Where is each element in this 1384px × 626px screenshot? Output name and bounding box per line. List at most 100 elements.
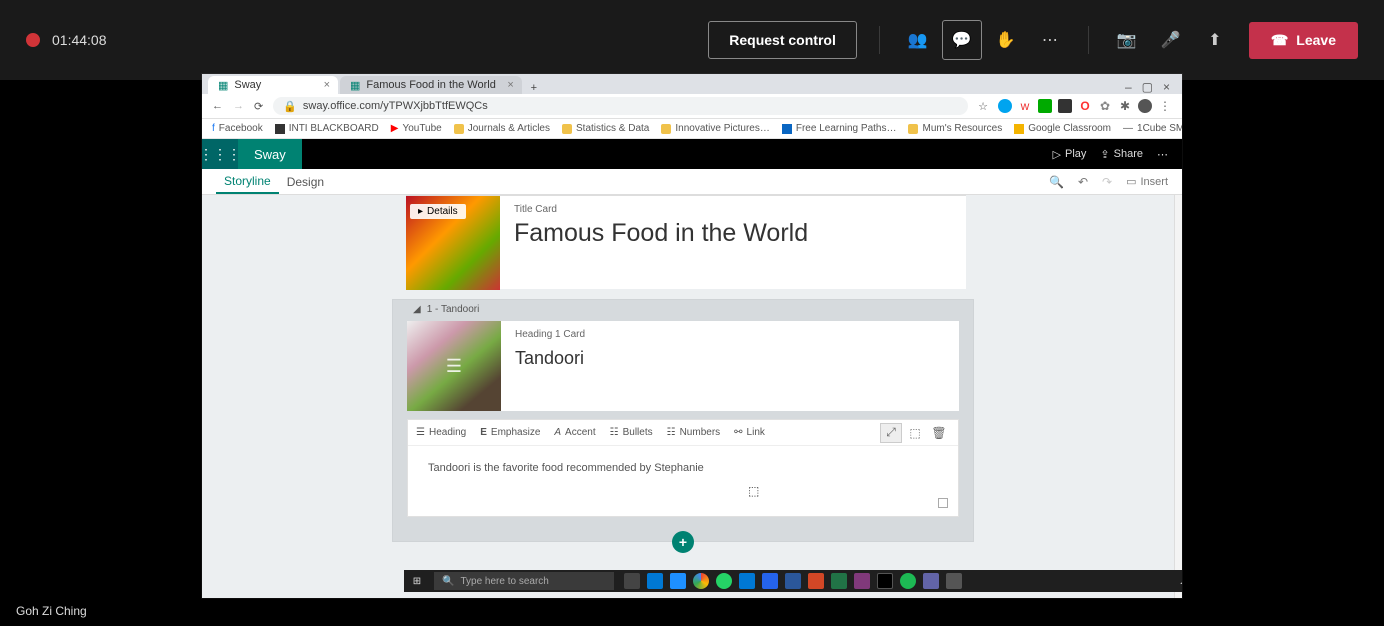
taskbar-app-icon[interactable]	[946, 573, 962, 589]
tool-heading[interactable]: ☰Heading	[416, 427, 466, 438]
insert-button[interactable]: ▭Insert	[1126, 175, 1168, 188]
taskbar-app-icon[interactable]	[716, 573, 732, 589]
forward-icon[interactable]: →	[233, 100, 244, 112]
redo-icon[interactable]: ↷	[1102, 175, 1112, 189]
tool-numbers[interactable]: ☷Numbers	[667, 427, 721, 438]
heading-card[interactable]: ☰ Heading 1 Card Tandoori	[407, 321, 959, 411]
back-icon[interactable]: ←	[212, 100, 223, 112]
title-card[interactable]: ▸Details Title Card Famous Food in the W…	[406, 195, 966, 289]
heading-card-image[interactable]: ☰	[407, 321, 501, 411]
taskbar-app-icon[interactable]	[877, 573, 893, 589]
tool-emphasize[interactable]: EEmphasize	[480, 427, 540, 438]
chrome-menu-icon[interactable]: ⋮	[1158, 99, 1172, 113]
taskbar-app-icon[interactable]	[785, 573, 801, 589]
bookmark-youtube[interactable]: ▶YouTube	[391, 123, 442, 134]
people-icon[interactable]: 👥	[898, 20, 938, 60]
taskbar-app-icon[interactable]	[670, 573, 686, 589]
play-button[interactable]: ▷Play	[1053, 148, 1087, 161]
taskbar-app-icon[interactable]	[831, 573, 847, 589]
focus-points-icon[interactable]: ⤢	[880, 423, 902, 443]
chat-icon[interactable]: 💬	[942, 20, 982, 60]
sway-canvas[interactable]: ▸Details Title Card Famous Food in the W…	[202, 195, 1182, 598]
app-launcher-button[interactable]: ⋮⋮⋮	[202, 139, 238, 169]
camera-off-icon[interactable]: 📷	[1107, 20, 1147, 60]
ext-icon[interactable]	[1038, 99, 1052, 113]
scrollbar[interactable]	[1174, 195, 1182, 598]
sway-favicon-icon: ▦	[218, 79, 228, 92]
browser-tab-sway[interactable]: ▦ Sway ×	[208, 76, 338, 94]
taskbar-app-icon[interactable]	[762, 573, 778, 589]
search-icon[interactable]: 🔍	[1049, 175, 1064, 189]
select-checkbox[interactable]	[938, 498, 948, 508]
reload-icon[interactable]: ⟳	[254, 100, 263, 113]
title-card-image[interactable]: ▸Details	[406, 196, 500, 290]
tool-accent[interactable]: AAccent	[554, 427, 595, 438]
browser-tab-famous-food[interactable]: ▦ Famous Food in the World ×	[340, 76, 522, 94]
tool-bullets[interactable]: ☷Bullets	[610, 427, 653, 438]
group-header[interactable]: ◢ 1 - Tandoori	[393, 300, 973, 321]
window-maximize-icon[interactable]: ▢	[1142, 80, 1153, 94]
text-card-body[interactable]: Tandoori is the favorite food recommende…	[408, 446, 958, 516]
separator	[1088, 26, 1089, 54]
delete-icon[interactable]: 🗑	[928, 423, 950, 443]
sway-brand[interactable]: Sway	[238, 139, 302, 169]
url-field[interactable]: 🔒 sway.office.com/yTPWXjbbTtfEWQCs	[273, 97, 968, 115]
taskbar-app-icon[interactable]	[808, 573, 824, 589]
taskbar-app-icon[interactable]	[923, 573, 939, 589]
text-toolbar: ☰Heading EEmphasize AAccent ☷Bullets ☷Nu…	[408, 420, 958, 446]
ext-icon[interactable]	[1058, 99, 1072, 113]
close-tab-icon[interactable]: ×	[507, 79, 513, 91]
section-group[interactable]: ◢ 1 - Tandoori ☰ Heading 1 Card Tandoori…	[392, 299, 974, 542]
ext-icon[interactable]: ✿	[1098, 99, 1112, 113]
ext-icon[interactable]	[1138, 99, 1152, 113]
taskbar-app-icon[interactable]	[854, 573, 870, 589]
add-card-button[interactable]: +	[672, 531, 694, 553]
title-heading[interactable]: Famous Food in the World	[514, 219, 808, 248]
tab-design[interactable]: Design	[279, 169, 332, 194]
more-icon[interactable]: ⋯	[1157, 148, 1168, 161]
bookmark-inti[interactable]: INTI BLACKBOARD	[275, 123, 379, 134]
bookmark-mums[interactable]: Mum's Resources	[908, 123, 1002, 134]
bookmark-stats[interactable]: Statistics & Data	[562, 123, 649, 134]
bookmark-linkedin[interactable]: Free Learning Paths…	[782, 123, 897, 134]
taskbar-app-icon[interactable]	[693, 573, 709, 589]
bookmark-innovative[interactable]: Innovative Pictures…	[661, 123, 770, 134]
close-tab-icon[interactable]: ×	[324, 79, 330, 91]
bookmark-journals[interactable]: Journals & Articles	[454, 123, 550, 134]
mic-off-icon[interactable]: 🎤	[1151, 20, 1191, 60]
taskbar-search[interactable]: 🔍 Type here to search	[434, 572, 614, 590]
leave-button[interactable]: ☎ Leave	[1249, 22, 1358, 59]
ext-icon[interactable]	[998, 99, 1012, 113]
details-button[interactable]: ▸Details	[410, 204, 466, 219]
taskbar-app-icon[interactable]	[739, 573, 755, 589]
text-card[interactable]: ☰Heading EEmphasize AAccent ☷Bullets ☷Nu…	[407, 419, 959, 517]
request-control-button[interactable]: Request control	[708, 21, 857, 59]
reactions-icon[interactable]: ✋	[986, 20, 1026, 60]
ext-icon[interactable]: w	[1018, 99, 1032, 113]
search-icon: 🔍	[442, 576, 454, 587]
share-button[interactable]: ⇪Share	[1100, 148, 1143, 161]
new-tab-button[interactable]: +	[524, 82, 544, 94]
window-minimize-icon[interactable]: –	[1125, 80, 1132, 94]
tab-storyline[interactable]: Storyline	[216, 169, 279, 194]
start-button[interactable]: ⊞	[404, 576, 430, 587]
tool-link[interactable]: ⚯Link	[734, 427, 765, 438]
collapse-icon[interactable]: ◢	[413, 304, 421, 315]
star-icon[interactable]: ☆	[978, 100, 988, 113]
more-actions-icon[interactable]: ⋯	[1030, 20, 1070, 60]
extensions-puzzle-icon[interactable]: ✱	[1118, 99, 1132, 113]
group-icon[interactable]: ⬚	[904, 423, 926, 443]
taskbar-app-icon[interactable]	[900, 573, 916, 589]
window-close-icon[interactable]: ×	[1163, 80, 1170, 94]
heading-text[interactable]: Tandoori	[515, 348, 585, 369]
undo-icon[interactable]: ↶	[1078, 175, 1088, 189]
taskbar-app-icon[interactable]	[624, 573, 640, 589]
bookmark-classroom[interactable]: Google Classroom	[1014, 123, 1111, 134]
weather-icon[interactable]: ☁	[1180, 576, 1182, 587]
share-screen-icon[interactable]: ⬆	[1195, 20, 1235, 60]
waffle-icon: ⋮⋮⋮	[202, 146, 241, 163]
bookmark-1cube[interactable]: —1Cube SMS	[1123, 123, 1182, 134]
taskbar-app-icon[interactable]	[647, 573, 663, 589]
bookmark-facebook[interactable]: fFacebook	[212, 123, 263, 134]
ext-icon[interactable]: O	[1078, 99, 1092, 113]
